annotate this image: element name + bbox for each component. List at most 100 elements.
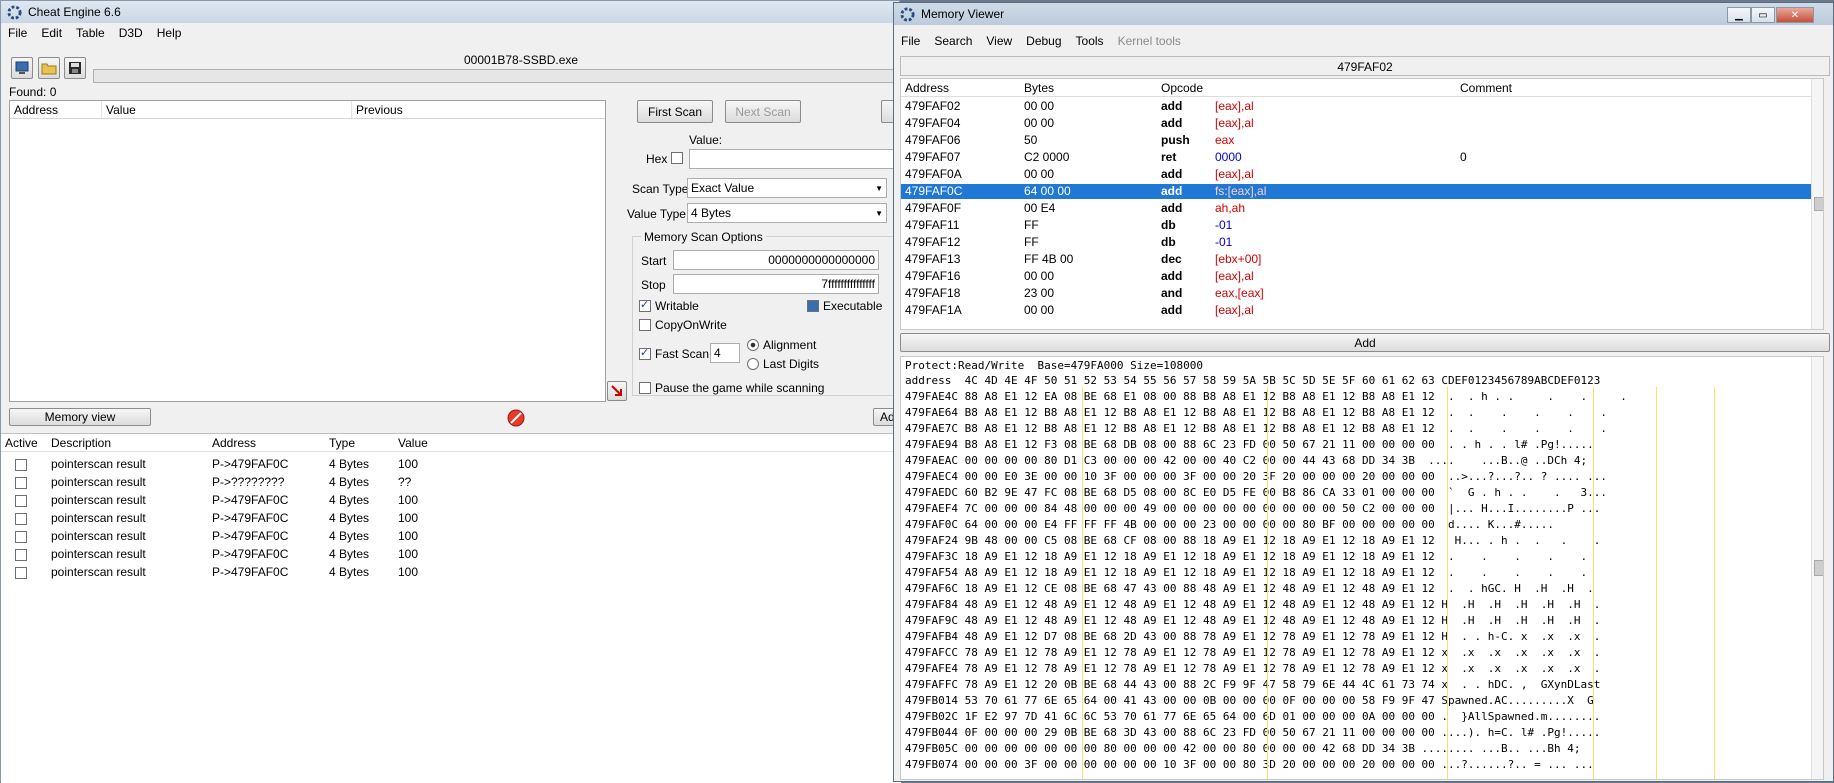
table-row[interactable]: pointerscan result P->479FAF0C 4 Bytes 100	[1, 455, 901, 473]
open-process-button[interactable]	[11, 57, 33, 79]
menu-d3d[interactable]: D3D	[112, 26, 150, 40]
disassembler-row[interactable]: 479FAF1A 00 00 add [eax],al	[901, 303, 1811, 318]
hex-line[interactable]: 479FB05C 00 00 00 00 00 00 00 80 00 00 0…	[905, 742, 1581, 755]
hex-checkbox[interactable]	[671, 152, 683, 164]
hex-line[interactable]: 479FAE64 B8 A8 E1 12 B8 A8 E1 12 B8 A8 E…	[905, 406, 1607, 419]
active-checkbox[interactable]	[15, 566, 27, 579]
hex-line[interactable]: 479FB02C 1F E2 97 7D 41 6C 6C 53 70 61 7…	[905, 710, 1600, 723]
copyonwrite-checkbox[interactable]	[639, 319, 651, 331]
col-address[interactable]: Address	[208, 434, 325, 451]
menu-table[interactable]: Table	[69, 26, 112, 40]
mv-menu-tools[interactable]: Tools	[1069, 34, 1111, 48]
disassembler-row[interactable]: 479FAF07 C2 0000 ret 0000 0	[901, 150, 1811, 165]
disassembler-row[interactable]: 479FAF12 FF db -01	[901, 235, 1811, 250]
hex-line[interactable]: 479FB074 00 00 00 3F 00 00 00 00 00 00 1…	[905, 758, 1594, 771]
minimize-button[interactable]: ▁	[1727, 7, 1751, 23]
hex-line[interactable]: 479FAF84 48 A9 E1 12 48 A9 E1 12 48 A9 E…	[905, 598, 1600, 611]
hex-scrollbar[interactable]	[1811, 357, 1823, 779]
menu-edit[interactable]: Edit	[34, 26, 69, 40]
menu-file[interactable]: File	[1, 26, 34, 40]
executable-checkbox[interactable]	[807, 300, 819, 312]
hex-line[interactable]: 479FAEF4 7C 00 00 00 84 48 00 00 00 49 0…	[905, 502, 1600, 515]
col-active[interactable]: Active	[1, 434, 47, 451]
disassembler-row[interactable]: 479FAF16 00 00 add [eax],al	[901, 269, 1811, 284]
fast-scan-checkbox[interactable]	[639, 346, 651, 360]
hex-line[interactable]: 479FAFCC 78 A9 E1 12 78 A9 E1 12 78 A9 E…	[905, 646, 1600, 659]
close-button[interactable]: ✕	[1776, 7, 1814, 23]
next-scan-button[interactable]: Next Scan	[725, 100, 801, 123]
active-checkbox[interactable]	[15, 494, 27, 507]
scrollbar-thumb[interactable]	[1814, 197, 1823, 211]
scan-value-input[interactable]	[689, 149, 909, 169]
hex-line[interactable]: 479FAE7C B8 A8 E1 12 B8 A8 E1 12 B8 A8 E…	[905, 422, 1607, 435]
active-checkbox[interactable]	[15, 512, 27, 525]
value-type-select[interactable]: 4 Bytes ▼	[687, 203, 887, 223]
disassembler-row[interactable]: 479FAF02 00 00 add [eax],al	[901, 99, 1811, 114]
start-address-input[interactable]: 0000000000000000	[673, 250, 879, 270]
col-opcode[interactable]: Opcode	[1157, 79, 1456, 96]
fast-scan-input[interactable]: 4	[710, 343, 740, 363]
disassembler-row[interactable]: 479FAF0F 00 E4 add ah,ah	[901, 201, 1811, 216]
disassembler-scrollbar[interactable]	[1811, 79, 1823, 329]
stop-address-input[interactable]: 7fffffffffffffff	[673, 274, 879, 294]
col-value[interactable]: Value	[394, 434, 901, 451]
table-row[interactable]: pointerscan result P->479FAF0C 4 Bytes 100	[1, 491, 901, 509]
first-scan-button[interactable]: First Scan	[637, 100, 713, 123]
hex-line[interactable]: 479FB044 0F 00 00 00 29 0B BE 68 3D 43 0…	[905, 726, 1600, 739]
mv-menu-file[interactable]: File	[894, 34, 927, 48]
table-row[interactable]: pointerscan result P->479FAF0C 4 Bytes 100	[1, 527, 901, 545]
writable-checkbox[interactable]	[639, 298, 651, 312]
hex-line[interactable]: 479FAF24 9B 48 00 00 C5 08 BE 68 CF 08 0…	[905, 534, 1600, 547]
scrollbar-thumb[interactable]	[1814, 560, 1823, 576]
hex-line[interactable]: 479FAFE4 78 A9 E1 12 78 A9 E1 12 78 A9 E…	[905, 662, 1600, 675]
scan-type-select[interactable]: Exact Value ▼	[687, 178, 887, 198]
col-previous[interactable]: Previous	[352, 101, 605, 118]
disassembler-row[interactable]: 479FAF11 FF db -01	[901, 218, 1811, 233]
last-digits-radio[interactable]	[747, 358, 759, 370]
open-file-button[interactable]	[38, 57, 60, 79]
disassembler-row[interactable]: 479FAF13 FF 4B 00 dec [ebx+00]	[901, 252, 1811, 267]
col-comment[interactable]: Comment	[1456, 79, 1811, 96]
hex-line[interactable]: 479FAF6C 18 A9 E1 12 CE 08 BE 68 47 43 0…	[905, 582, 1594, 595]
mv-menu-view[interactable]: View	[979, 34, 1019, 48]
mv-menu-search[interactable]: Search	[927, 34, 979, 48]
hex-view[interactable]: Protect:Read/Write Base=479FA000 Size=10…	[900, 356, 1824, 780]
scan-results-list[interactable]: Address Value Previous	[9, 100, 606, 402]
disassembler-address-bar[interactable]: 479FAF02	[900, 56, 1830, 76]
hex-line[interactable]: 479FAE94 B8 A8 E1 12 F3 08 BE 68 DB 08 0…	[905, 438, 1594, 451]
active-checkbox[interactable]	[15, 548, 27, 561]
address-table[interactable]: Active Description Address Type Value po…	[1, 433, 901, 783]
active-checkbox[interactable]	[15, 530, 27, 543]
table-row[interactable]: pointerscan result P->???????? 4 Bytes??	[1, 473, 901, 491]
mv-titlebar[interactable]: Memory Viewer	[894, 3, 1833, 25]
memory-view-button[interactable]: Memory view	[9, 408, 151, 426]
hex-line[interactable]: 479FAFB4 48 A9 E1 12 D7 08 BE 68 2D 43 0…	[905, 630, 1600, 643]
disassembler-view[interactable]: Address Bytes Opcode Comment 479FAF02 00 …	[900, 78, 1824, 330]
add-button[interactable]: Add	[900, 333, 1830, 352]
hex-line[interactable]: 479FAF9C 48 A9 E1 12 48 A9 E1 12 48 A9 E…	[905, 614, 1600, 627]
pause-game-checkbox[interactable]	[639, 382, 651, 394]
mv-menu-debug[interactable]: Debug	[1019, 34, 1068, 48]
active-checkbox[interactable]	[15, 476, 27, 489]
stop-icon[interactable]	[507, 409, 525, 427]
disassembler-row[interactable]: 479FAF0A 00 00 add [eax],al	[901, 167, 1811, 182]
hex-line[interactable]: 479FAEC4 00 00 E0 3E 00 00 10 3F 00 00 0…	[905, 470, 1607, 483]
hex-line[interactable]: 479FAF0C 64 00 00 00 E4 FF FF FF 4B 00 0…	[905, 518, 1554, 531]
maximize-button[interactable]: ▭	[1751, 7, 1775, 23]
active-checkbox[interactable]	[15, 458, 27, 471]
menu-help[interactable]: Help	[150, 26, 189, 40]
col-address[interactable]: Address	[10, 101, 102, 118]
select-all-button[interactable]	[607, 381, 627, 401]
col-address[interactable]: Address	[901, 79, 1020, 96]
save-button[interactable]	[64, 57, 86, 79]
col-type[interactable]: Type	[325, 434, 394, 451]
hex-line[interactable]: 479FAF54 A8 A9 E1 12 18 A9 E1 12 18 A9 E…	[905, 566, 1587, 579]
table-row[interactable]: pointerscan result P->479FAF0C 4 Bytes 100	[1, 509, 901, 527]
table-row[interactable]: pointerscan result P->479FAF0C 4 Bytes 100	[1, 563, 901, 581]
disassembler-row[interactable]: 479FAF0C 64 00 00 add fs:[eax],al	[901, 184, 1811, 199]
hex-line[interactable]: 479FB014 53 70 61 77 6E 65 64 00 41 43 0…	[905, 694, 1594, 707]
hex-line[interactable]: 479FAE4C 88 A8 E1 12 EA 08 BE 68 E1 08 0…	[905, 390, 1627, 403]
disassembler-row[interactable]: 479FAF18 23 00 and eax,[eax]	[901, 286, 1811, 301]
hex-line[interactable]: 479FAF3C 18 A9 E1 12 18 A9 E1 12 18 A9 E…	[905, 550, 1587, 563]
disassembler-row[interactable]: 479FAF04 00 00 add [eax],al	[901, 116, 1811, 131]
